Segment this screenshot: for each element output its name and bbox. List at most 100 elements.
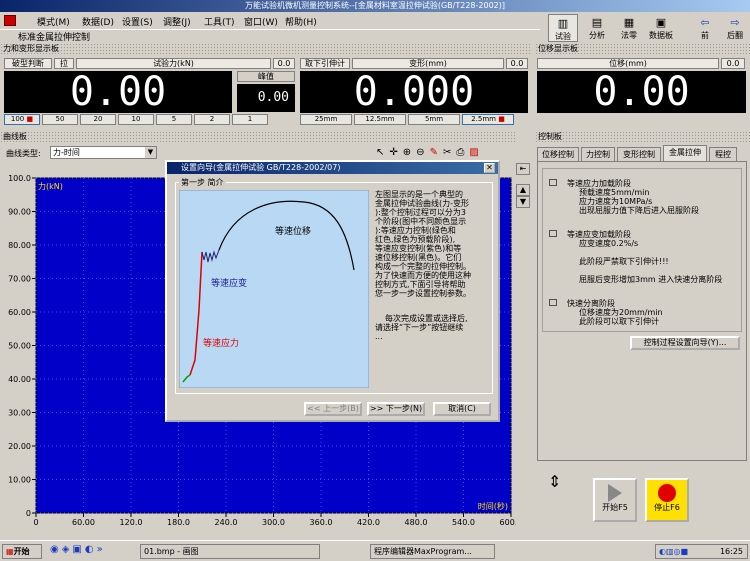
chevron-down-icon: ▼: [145, 147, 156, 158]
x-tick-label: 540.0: [452, 518, 475, 527]
document-name: 标准金属拉伸控制: [18, 33, 91, 43]
deform-range-12-5[interactable]: 12.5mm: [354, 114, 406, 125]
pull-header: 拉: [54, 58, 74, 69]
x-tick-label: 300.0: [262, 518, 285, 527]
toolbar-data-board-button[interactable]: ▣ 数据板: [646, 14, 676, 42]
range-button-10[interactable]: 10: [118, 114, 154, 125]
deform-zero: 0.0: [506, 58, 528, 69]
start-button[interactable]: 开始F5: [593, 478, 637, 522]
x-tick-label: 480.0: [405, 518, 428, 527]
y-tick-label: 90.00: [8, 208, 31, 217]
menu-data[interactable]: 数据(D): [82, 15, 114, 28]
x-tick-label: 360.0: [310, 518, 333, 527]
step-icon: [549, 299, 557, 306]
prev-step-button[interactable]: << 上一步(B): [304, 402, 362, 416]
curve-type-label: 曲线类型:: [6, 149, 41, 158]
range-button-100[interactable]: 100 ■: [4, 114, 40, 125]
break-check-header: 破型判断: [4, 58, 52, 69]
menu-tools[interactable]: 工具(T): [204, 15, 235, 28]
force-header: 试验力(kN): [76, 58, 271, 69]
next-step-button[interactable]: >> 下一步(N): [367, 402, 425, 416]
y-tick-label: 100.0: [8, 174, 31, 183]
tab-position-control[interactable]: 位移控制: [537, 147, 579, 161]
toolbar-zero-button[interactable]: ▦ 法零: [614, 14, 644, 42]
toolbar-analysis-button[interactable]: ▤ 分析: [582, 14, 612, 42]
range-button-5[interactable]: 5: [156, 114, 192, 125]
toolbar-test-button[interactable]: ▥ 试验: [548, 14, 578, 42]
force-panel-header: 力和变形显示板: [0, 43, 531, 54]
x-axis-label: 时间(秒): [478, 501, 508, 511]
toolbar-next-button[interactable]: ⇨ 后翻: [720, 14, 750, 42]
chart-icon[interactable]: ▨: [469, 147, 483, 158]
close-icon[interactable]: ✕: [484, 163, 495, 173]
chart-scroll-controls: ⇤ ▲ ▼: [516, 163, 530, 223]
label-constant-disp: 等速位移: [275, 225, 311, 237]
menu-settings[interactable]: 设置(S): [122, 15, 153, 28]
arrow-left-icon: ⇦: [700, 16, 710, 29]
taskbar: ▦开始 ◉◈▣◐» 01.bmp - 画图 程序编辑器MaxProgram...…: [0, 540, 750, 561]
crosshair-icon[interactable]: ✛: [389, 147, 402, 158]
play-icon: [608, 484, 622, 502]
print-icon[interactable]: ⎙: [456, 147, 469, 158]
menu-adjust[interactable]: 调整(J): [163, 15, 191, 28]
scroll-down-icon[interactable]: ▼: [516, 196, 530, 208]
up-down-icon[interactable]: ⇕: [548, 474, 561, 490]
menu-window[interactable]: 窗口(W): [244, 15, 278, 28]
quick-launch-icons[interactable]: ◉◈▣◐»: [50, 544, 106, 555]
range-button-1[interactable]: 1: [232, 114, 268, 125]
taskbar-item-program-editor[interactable]: 程序编辑器MaxProgram...: [370, 544, 495, 559]
scroll-up-icon[interactable]: ▲: [516, 184, 530, 196]
range-button-50[interactable]: 50: [42, 114, 78, 125]
document-bar: 标准金属拉伸控制: [0, 29, 540, 43]
label-constant-strain: 等速应变: [211, 277, 247, 289]
taskbar-item-paint[interactable]: 01.bmp - 画图: [140, 544, 320, 559]
range-button-20[interactable]: 20: [80, 114, 116, 125]
force-value-display: 0.00: [4, 71, 232, 113]
pen-icon[interactable]: ✎: [430, 147, 443, 158]
analysis-icon: ▤: [591, 16, 603, 29]
stop-icon: [658, 484, 676, 502]
tab-metal-tensile[interactable]: 金属拉伸: [663, 145, 707, 161]
wizard-dialog: 设置向导(金属拉伸试验 GB/T228-2002/07) ✕ 第一步 简介 等速…: [165, 160, 500, 422]
cancel-button[interactable]: 取消(C): [433, 402, 491, 416]
stop-button[interactable]: 停止F6: [645, 478, 689, 522]
position-panel: 位移(mm) 0.0 0.00: [535, 55, 748, 117]
curve-type-select[interactable]: 力-时间 ▼: [50, 146, 157, 159]
wizard-setup-button[interactable]: 控制过程设置向导(Y)...: [630, 336, 740, 350]
control-panel-header: 控制板: [535, 131, 750, 142]
x-tick-label: 240.0: [215, 518, 238, 527]
x-tick-label: 600.0: [500, 518, 516, 527]
pointer-icon[interactable]: ↖: [376, 147, 389, 158]
deform-header: 变形(mm): [352, 58, 504, 69]
position-zero: 0.0: [721, 58, 745, 69]
peak-label: 峰值: [237, 71, 295, 82]
y-tick-label: 70.00: [8, 275, 31, 284]
position-panel-header: 位移显示板: [535, 43, 750, 54]
range-button-2[interactable]: 2: [194, 114, 230, 125]
y-tick-label: 0: [26, 509, 31, 518]
x-tick-label: 0: [33, 518, 38, 527]
menu-mode[interactable]: 模式(M): [37, 15, 70, 28]
y-tick-label: 60.00: [8, 308, 31, 317]
peak-value-display: 0.00: [237, 84, 295, 112]
step-icon: [549, 230, 557, 237]
tab-program-control[interactable]: 程控: [709, 147, 737, 161]
start-menu-button[interactable]: ▦开始: [2, 544, 42, 559]
deform-range-25[interactable]: 25mm: [300, 114, 352, 125]
deform-range-5[interactable]: 5mm: [408, 114, 460, 125]
deform-range-2-5[interactable]: 2.5mm ■: [462, 114, 514, 125]
label-constant-stress: 等速应力: [203, 337, 239, 349]
tray-icons: ◐▥◎■: [659, 547, 689, 556]
menu-help[interactable]: 帮助(H): [285, 15, 317, 28]
tab-deform-control[interactable]: 变形控制: [617, 147, 661, 161]
y-tick-label: 50.00: [8, 342, 31, 351]
system-tray: ◐▥◎■ 16:25: [655, 544, 748, 559]
toolbar-prev-button[interactable]: ⇦ 前: [690, 14, 720, 42]
tab-force-control[interactable]: 力控制: [581, 147, 615, 161]
zoom-out-icon[interactable]: ⊖: [416, 147, 429, 158]
fit-icon[interactable]: ⇤: [516, 163, 530, 175]
selected-marker-icon: ■: [495, 115, 505, 123]
zoom-in-icon[interactable]: ⊕: [403, 147, 416, 158]
scissors-icon[interactable]: ✂: [443, 147, 456, 158]
arrow-right-icon: ⇨: [730, 16, 740, 29]
